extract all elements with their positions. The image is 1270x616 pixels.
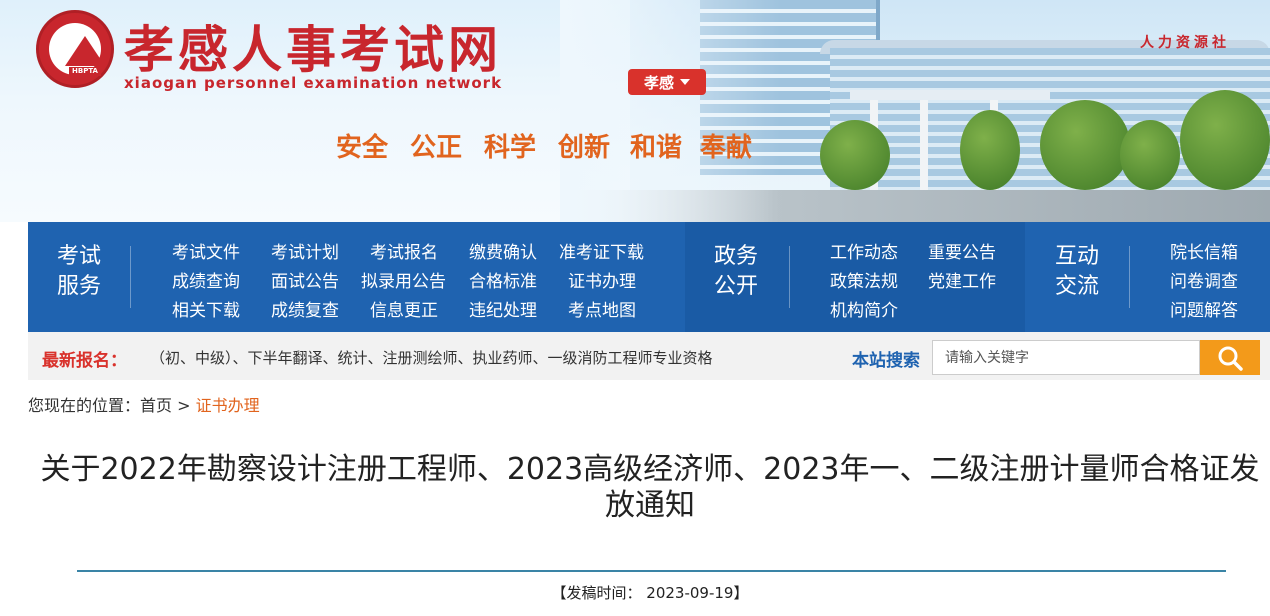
nav-section-title-gov-affairs: 政务 公开 bbox=[711, 242, 761, 302]
slogan-item: 创新 bbox=[558, 133, 611, 163]
logo-inner-circle: HBPTA bbox=[49, 23, 105, 76]
nav-link[interactable]: 准考证下载 bbox=[559, 238, 644, 263]
breadcrumb-home-link[interactable]: 首页 bbox=[140, 396, 172, 415]
nav-link[interactable]: 证书办理 bbox=[568, 267, 636, 292]
breadcrumb-current-link[interactable]: 证书办理 bbox=[196, 396, 260, 415]
ticker-label: 最新报名： bbox=[42, 351, 127, 371]
breadcrumb-prefix: 您现在的位置： bbox=[28, 396, 141, 415]
nav-section-title-line: 服务 bbox=[56, 274, 101, 299]
banner-building-canopy bbox=[850, 90, 1050, 100]
nav-link[interactable]: 面试公告 bbox=[271, 267, 339, 292]
search-label: 本站搜索 bbox=[852, 351, 920, 371]
nav-link[interactable]: 问卷调查 bbox=[1170, 267, 1238, 292]
search-icon bbox=[1218, 346, 1243, 371]
nav-section-title-line: 公开 bbox=[713, 274, 758, 299]
nav-link[interactable]: 重要公告 bbox=[928, 238, 996, 263]
ticker-text[interactable]: （初、中级）、下半年翻译、统计、注册测绘师、执业药师、一级消防工程师专业资格 bbox=[150, 347, 796, 368]
nav-link[interactable]: 成绩复查 bbox=[271, 296, 339, 321]
nav-section-title-line: 互动 bbox=[1054, 244, 1099, 269]
banner-pillar bbox=[920, 100, 928, 190]
search-input[interactable] bbox=[932, 340, 1200, 375]
nav-divider bbox=[130, 246, 131, 308]
nav-section-title-interaction: 互动 交流 bbox=[1052, 242, 1102, 302]
slogan-item: 科学 bbox=[484, 133, 537, 163]
banner-tree bbox=[1120, 120, 1180, 190]
nav-link[interactable]: 考试计划 bbox=[271, 238, 339, 263]
nav-link[interactable]: 工作动态 bbox=[830, 238, 898, 263]
nav-section-title-line: 交流 bbox=[1054, 274, 1099, 299]
nav-divider bbox=[1129, 246, 1130, 308]
site-logo[interactable]: HBPTA bbox=[36, 10, 114, 88]
nav-link[interactable]: 机构简介 bbox=[830, 296, 898, 321]
nav-section-title-line: 政务 bbox=[713, 244, 758, 269]
breadcrumb-separator: > bbox=[177, 396, 191, 415]
nav-section-title-line: 考试 bbox=[56, 244, 101, 269]
article-title: 关于2022年勘察设计注册工程师、2023高级经济师、2023年一、二级注册计量… bbox=[40, 452, 1260, 523]
slogan-item: 安全 bbox=[336, 133, 389, 163]
city-selector-label: 孝感 bbox=[643, 73, 674, 92]
banner-tree bbox=[1180, 90, 1270, 190]
main-nav: 考试 服务 考试文件 考试计划 考试报名 缴费确认 准考证下载 成绩查询 面试公… bbox=[28, 222, 1270, 332]
chevron-down-icon bbox=[680, 79, 690, 85]
site-title: 孝感人事考试网 bbox=[124, 20, 502, 79]
logo-text: HBPTA bbox=[69, 67, 101, 76]
banner-tree bbox=[1040, 100, 1130, 190]
nav-link[interactable]: 考点地图 bbox=[568, 296, 636, 321]
slogan-item: 公正 bbox=[410, 133, 463, 163]
nav-link[interactable]: 政策法规 bbox=[830, 267, 898, 292]
banner-fade bbox=[560, 0, 780, 222]
site-banner: 人力资源社 HBPTA 孝感人事考试网 xiaogan personnel ex… bbox=[0, 0, 1270, 222]
nav-link[interactable]: 问题解答 bbox=[1170, 296, 1238, 321]
nav-link[interactable]: 考试报名 bbox=[370, 238, 438, 263]
banner-tree bbox=[820, 120, 890, 190]
city-selector-button[interactable]: 孝感 bbox=[628, 69, 706, 95]
news-ticker-bar: 最新报名： （初、中级）、下半年翻译、统计、注册测绘师、执业药师、一级消防工程师… bbox=[28, 332, 1270, 380]
slogan-item: 和谐 bbox=[630, 133, 683, 163]
nav-divider bbox=[789, 246, 790, 308]
nav-link[interactable]: 考试文件 bbox=[172, 238, 240, 263]
nav-link[interactable]: 合格标准 bbox=[469, 267, 537, 292]
nav-section-title-exam-service: 考试 服务 bbox=[54, 242, 104, 302]
nav-link[interactable]: 相关下载 bbox=[172, 296, 240, 321]
nav-link[interactable]: 拟录用公告 bbox=[361, 267, 446, 292]
nav-link[interactable]: 缴费确认 bbox=[469, 238, 537, 263]
slogan-item: 奉献 bbox=[700, 133, 753, 163]
nav-link[interactable]: 党建工作 bbox=[928, 267, 996, 292]
nav-link[interactable]: 成绩查询 bbox=[172, 267, 240, 292]
logo-triangle-icon bbox=[65, 36, 105, 66]
article-publish-time: 【发稿时间： 2023-09-19】 bbox=[551, 584, 749, 602]
search-button[interactable] bbox=[1200, 340, 1260, 375]
banner-building-sign: 人力资源社 bbox=[1140, 35, 1230, 51]
title-divider bbox=[77, 570, 1226, 572]
breadcrumb: 您现在的位置：首页 > 证书办理 bbox=[28, 392, 260, 416]
nav-link[interactable]: 信息更正 bbox=[370, 296, 438, 321]
banner-tree bbox=[960, 110, 1020, 190]
nav-link[interactable]: 违纪处理 bbox=[469, 296, 537, 321]
nav-link[interactable]: 院长信箱 bbox=[1170, 238, 1238, 263]
site-subtitle: xiaogan personnel examination network bbox=[124, 74, 503, 92]
